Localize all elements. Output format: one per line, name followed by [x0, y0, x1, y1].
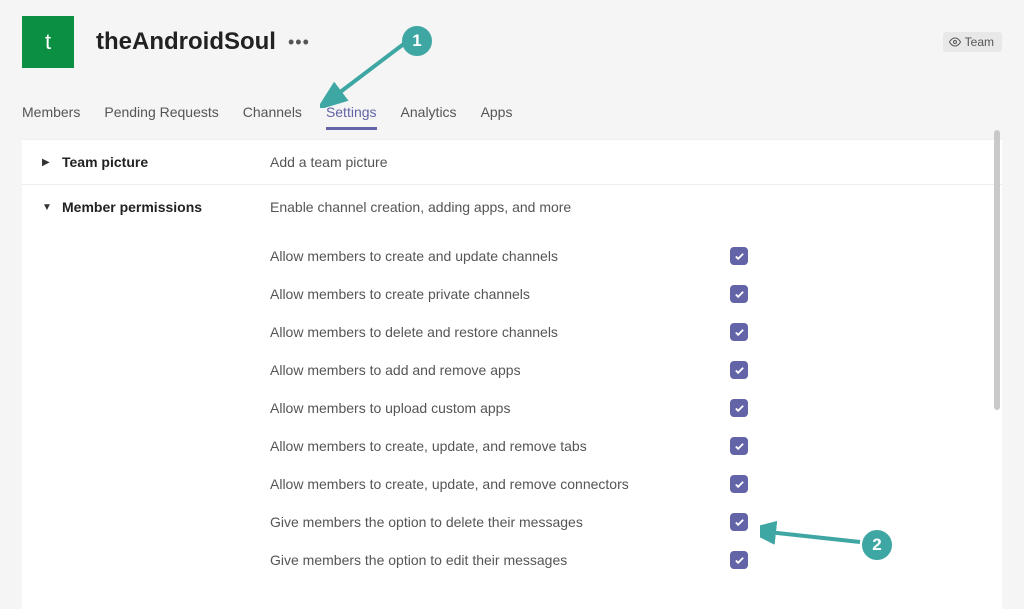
tab-apps[interactable]: Apps — [481, 98, 513, 130]
permission-label: Allow members to add and remove apps — [270, 362, 730, 378]
section-header-member-permissions[interactable]: ▼ Member permissions — [42, 199, 270, 215]
tab-members[interactable]: Members — [22, 98, 80, 130]
annotation-number: 1 — [412, 31, 421, 51]
permission-checkbox[interactable] — [730, 323, 748, 341]
annotation-badge-2: 2 — [862, 530, 892, 560]
permission-row: Allow members to upload custom apps — [270, 389, 1002, 427]
permission-label: Allow members to delete and restore chan… — [270, 324, 730, 340]
scrollbar[interactable] — [994, 130, 1000, 590]
check-icon — [734, 555, 745, 566]
permission-checkbox[interactable] — [730, 513, 748, 531]
check-icon — [734, 327, 745, 338]
check-icon — [734, 365, 745, 376]
caret-down-icon: ▼ — [42, 202, 52, 213]
permission-label: Allow members to create, update, and rem… — [270, 438, 730, 454]
permission-checkbox[interactable] — [730, 437, 748, 455]
permission-row: Allow members to create, update, and rem… — [270, 465, 1002, 503]
team-header: t theAndroidSoul ••• Team — [0, 16, 1024, 80]
permission-label: Allow members to create, update, and rem… — [270, 476, 730, 492]
tab-settings[interactable]: Settings — [326, 98, 377, 130]
tab-analytics[interactable]: Analytics — [401, 98, 457, 130]
permission-label: Give members the option to delete their … — [270, 514, 730, 530]
check-icon — [734, 403, 745, 414]
check-icon — [734, 251, 745, 262]
team-avatar: t — [22, 16, 74, 68]
section-title-member-permissions: Member permissions — [62, 199, 202, 215]
check-icon — [734, 479, 745, 490]
permission-label: Give members the option to edit their me… — [270, 552, 730, 568]
more-options-icon[interactable]: ••• — [288, 32, 310, 53]
check-icon — [734, 517, 745, 528]
permission-checkbox[interactable] — [730, 475, 748, 493]
permission-row: Allow members to add and remove apps — [270, 351, 1002, 389]
permission-label: Allow members to create private channels — [270, 286, 730, 302]
annotation-badge-1: 1 — [402, 26, 432, 56]
section-header-team-picture[interactable]: ▶ Team picture — [42, 154, 270, 170]
annotation-number: 2 — [872, 535, 881, 555]
team-visibility-badge[interactable]: Team — [943, 32, 1002, 52]
permission-checkbox[interactable] — [730, 551, 748, 569]
caret-right-icon: ▶ — [42, 157, 52, 168]
team-avatar-letter: t — [45, 29, 51, 55]
section-team-picture: ▶ Team picture Add a team picture — [22, 140, 1002, 185]
permission-checkbox[interactable] — [730, 247, 748, 265]
section-desc-member-permissions: Enable channel creation, adding apps, an… — [270, 199, 1002, 215]
permission-checkbox[interactable] — [730, 285, 748, 303]
permission-checkbox[interactable] — [730, 361, 748, 379]
section-desc-team-picture: Add a team picture — [270, 154, 388, 170]
permission-label: Allow members to upload custom apps — [270, 400, 730, 416]
permission-row: Allow members to delete and restore chan… — [270, 313, 1002, 351]
permission-checkbox[interactable] — [730, 399, 748, 417]
section-member-permissions: ▼ Member permissions Enable channel crea… — [22, 185, 1002, 579]
permission-row: Give members the option to delete their … — [270, 503, 1002, 541]
section-title-team-picture: Team picture — [62, 154, 148, 170]
scrollbar-thumb[interactable] — [994, 130, 1000, 410]
check-icon — [734, 289, 745, 300]
eye-icon — [949, 36, 961, 48]
tab-bar: Members Pending Requests Channels Settin… — [0, 98, 1024, 131]
settings-panel: ▶ Team picture Add a team picture ▼ Memb… — [22, 139, 1002, 609]
team-title: theAndroidSoul — [96, 28, 276, 56]
permission-row: Allow members to create, update, and rem… — [270, 427, 1002, 465]
permission-row: Give members the option to edit their me… — [270, 541, 1002, 579]
tab-pending-requests[interactable]: Pending Requests — [104, 98, 218, 130]
check-icon — [734, 441, 745, 452]
permission-label: Allow members to create and update chann… — [270, 248, 730, 264]
tab-channels[interactable]: Channels — [243, 98, 302, 130]
permission-row: Allow members to create private channels — [270, 275, 1002, 313]
team-badge-label: Team — [965, 35, 994, 49]
permission-row: Allow members to create and update chann… — [270, 237, 1002, 275]
